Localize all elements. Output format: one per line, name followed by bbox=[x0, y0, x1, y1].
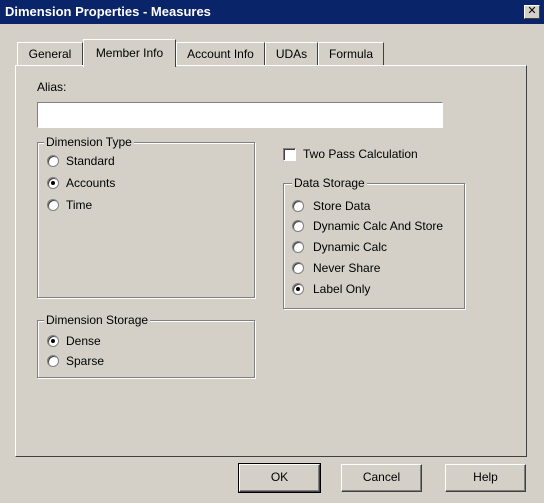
window-title: Dimension Properties - Measures bbox=[5, 4, 211, 19]
tab-label: Formula bbox=[328, 47, 373, 61]
title-bar: Dimension Properties - Measures ✕ bbox=[0, 0, 544, 24]
tab-general[interactable]: General bbox=[17, 42, 83, 66]
tab-udas[interactable]: UDAs bbox=[265, 42, 318, 66]
cancel-button[interactable]: Cancel bbox=[341, 464, 422, 492]
help-button[interactable]: Help bbox=[445, 464, 526, 492]
tab-member-info[interactable]: Member Info bbox=[83, 39, 176, 67]
tab-label: General bbox=[28, 47, 72, 61]
close-icon[interactable]: ✕ bbox=[524, 5, 540, 19]
tab-panel bbox=[15, 65, 527, 457]
tab-account-info[interactable]: Account Info bbox=[176, 42, 265, 66]
tab-label: Member Info bbox=[95, 46, 164, 60]
tab-label: Account Info bbox=[187, 47, 254, 61]
ok-button[interactable]: OK bbox=[238, 463, 321, 493]
tab-formula[interactable]: Formula bbox=[318, 42, 384, 66]
active-tab-join bbox=[84, 64, 175, 67]
tab-label: UDAs bbox=[275, 47, 308, 61]
